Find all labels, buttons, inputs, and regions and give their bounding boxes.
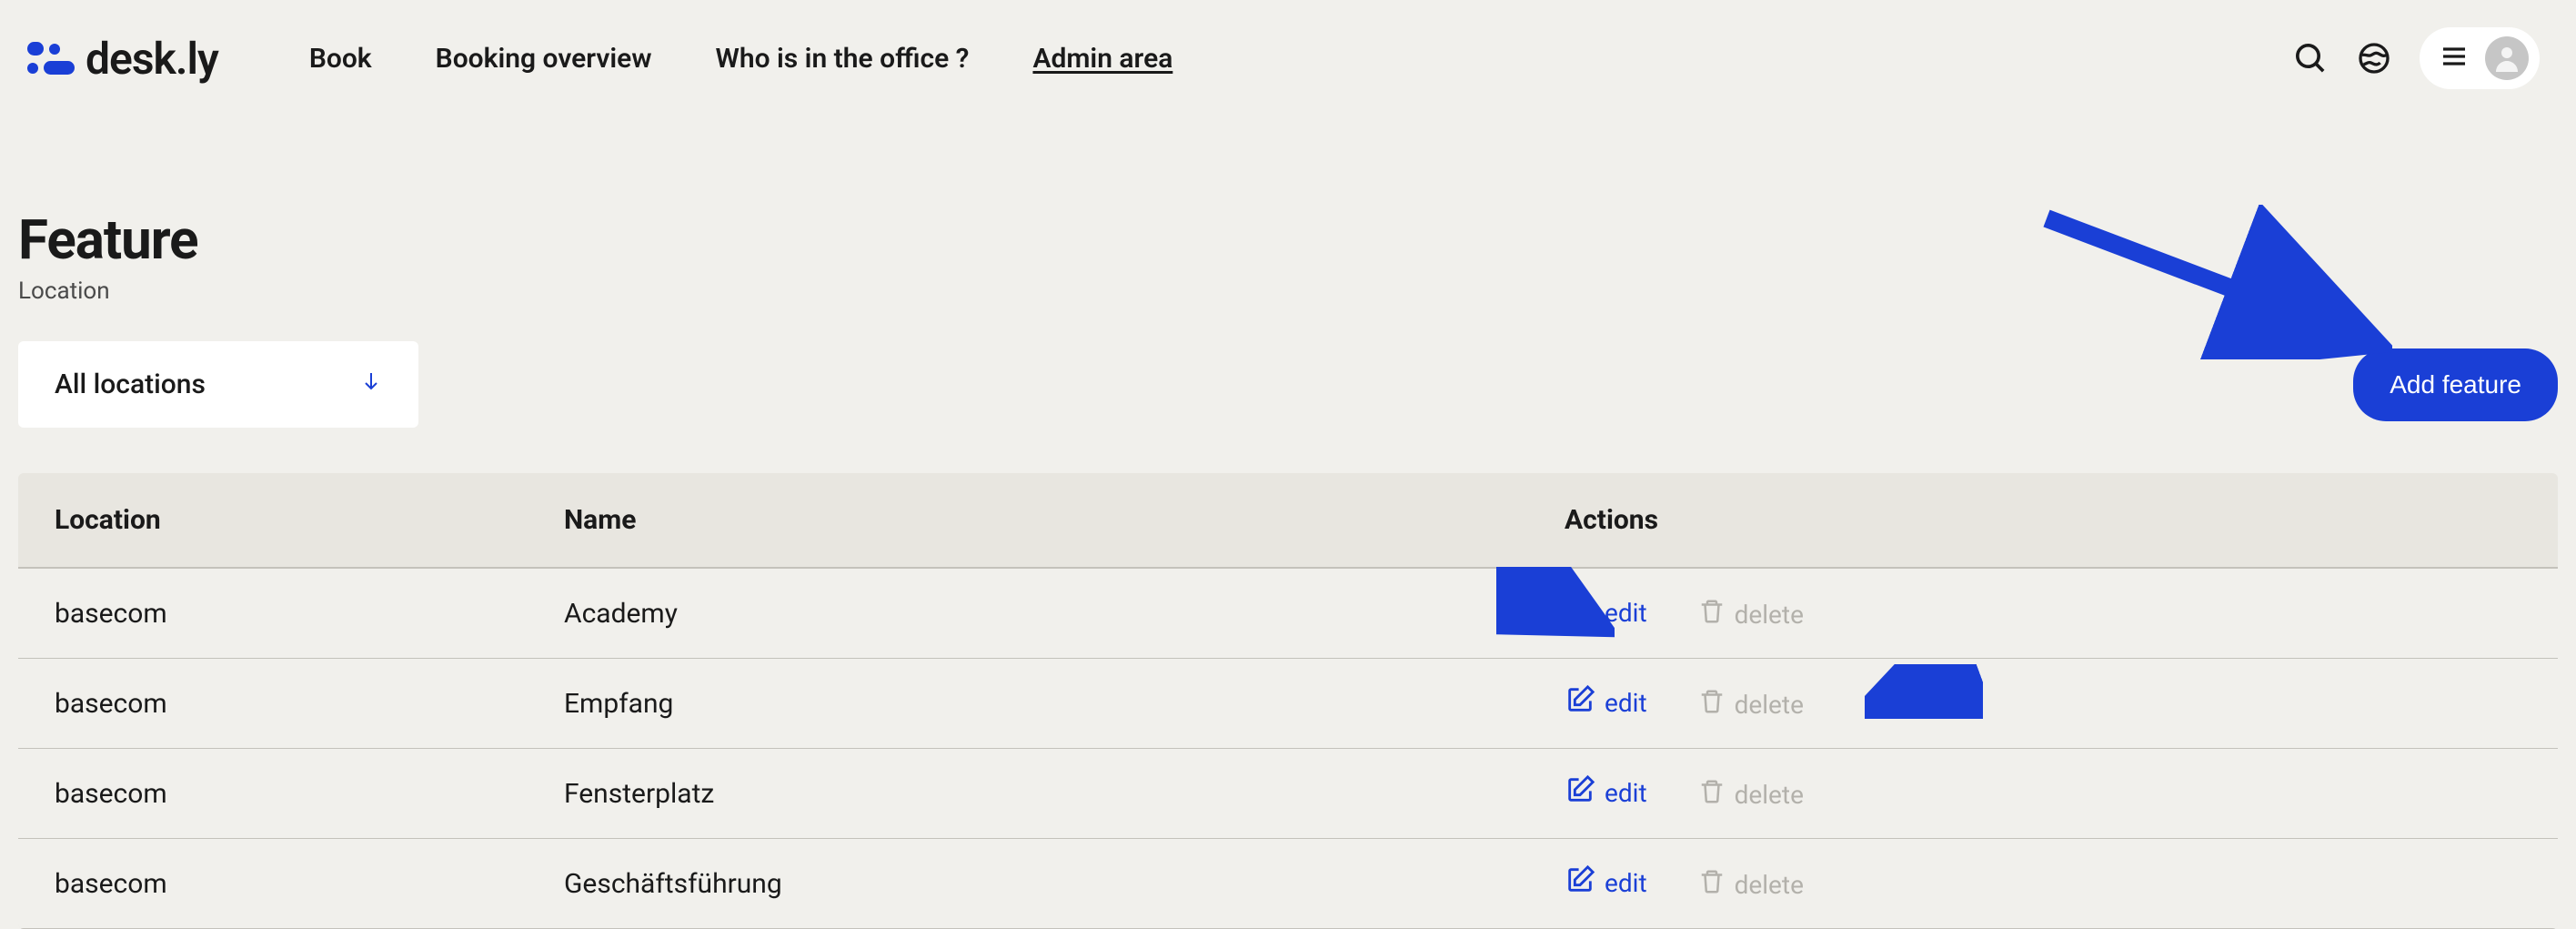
cell-location: basecom — [18, 568, 528, 659]
search-icon[interactable] — [2292, 40, 2329, 76]
arrow-down-icon — [360, 369, 382, 400]
cell-actions: edit delete — [1528, 839, 2558, 929]
brand-name: desk.ly — [86, 33, 218, 85]
feature-table: Location Name Actions basecomAcademyedit… — [18, 473, 2558, 929]
filter-row: All locations Add feature — [0, 305, 2576, 428]
table-header-row: Location Name Actions — [18, 473, 2558, 568]
edit-icon — [1565, 684, 1595, 722]
add-feature-button[interactable]: Add feature — [2353, 348, 2558, 421]
cell-name: Fensterplatz — [528, 749, 1528, 839]
edit-label: edit — [1605, 598, 1647, 628]
header-actions — [2292, 27, 2540, 89]
table-row: basecomGeschäftsführung edit delete — [18, 839, 2558, 929]
edit-icon — [1565, 864, 1595, 902]
delete-button[interactable]: delete — [1698, 778, 1804, 812]
nav-booking-overview[interactable]: Booking overview — [436, 43, 652, 75]
col-header-name: Name — [528, 473, 1528, 568]
main-nav: Book Booking overview Who is in the offi… — [309, 43, 1173, 75]
edit-button[interactable]: edit — [1565, 594, 1647, 631]
table-row: basecomFensterplatz edit delete — [18, 749, 2558, 839]
cell-actions: edit delete — [1528, 659, 2558, 749]
edit-icon — [1565, 774, 1595, 812]
trash-icon — [1698, 868, 1726, 902]
delete-button[interactable]: delete — [1698, 868, 1804, 902]
profile-menu[interactable] — [2420, 27, 2540, 89]
cell-name: Empfang — [528, 659, 1528, 749]
cell-location: basecom — [18, 659, 528, 749]
page-subtitle: Location — [18, 278, 2558, 305]
nav-admin-area[interactable]: Admin area — [1032, 43, 1172, 75]
location-filter[interactable]: All locations — [18, 341, 418, 428]
delete-label: delete — [1735, 780, 1804, 810]
page-title: Feature — [18, 207, 2558, 272]
edit-label: edit — [1605, 778, 1647, 808]
logo[interactable]: desk.ly — [27, 33, 218, 85]
cell-name: Geschäftsführung — [528, 839, 1528, 929]
edit-button[interactable]: edit — [1565, 684, 1647, 722]
avatar — [2485, 36, 2529, 80]
table-row: basecomAcademy edit delete — [18, 568, 2558, 659]
top-nav: desk.ly Book Booking overview Who is in … — [0, 27, 2576, 89]
col-header-actions: Actions — [1528, 473, 2558, 568]
delete-label: delete — [1735, 600, 1804, 630]
table-row: basecomEmpfang edit delete — [18, 659, 2558, 749]
edit-button[interactable]: edit — [1565, 864, 1647, 902]
location-filter-label: All locations — [55, 369, 206, 400]
trash-icon — [1698, 778, 1726, 812]
cell-actions: edit delete — [1528, 568, 2558, 659]
cell-location: basecom — [18, 749, 528, 839]
edit-label: edit — [1605, 688, 1647, 718]
col-header-location: Location — [18, 473, 528, 568]
edit-icon — [1565, 594, 1595, 631]
page-header: Feature Location — [0, 89, 2576, 305]
cell-actions: edit delete — [1528, 749, 2558, 839]
trash-icon — [1698, 688, 1726, 722]
delete-button[interactable]: delete — [1698, 688, 1804, 722]
globe-icon[interactable] — [2356, 40, 2392, 76]
nav-book[interactable]: Book — [309, 43, 372, 75]
logo-mark — [27, 42, 75, 75]
delete-button[interactable]: delete — [1698, 598, 1804, 631]
trash-icon — [1698, 598, 1726, 631]
nav-who-is-in[interactable]: Who is in the office ? — [715, 43, 969, 75]
edit-button[interactable]: edit — [1565, 774, 1647, 812]
hamburger-icon — [2440, 42, 2469, 75]
delete-label: delete — [1735, 690, 1804, 720]
edit-label: edit — [1605, 868, 1647, 898]
delete-label: delete — [1735, 870, 1804, 900]
cell-location: basecom — [18, 839, 528, 929]
cell-name: Academy — [528, 568, 1528, 659]
